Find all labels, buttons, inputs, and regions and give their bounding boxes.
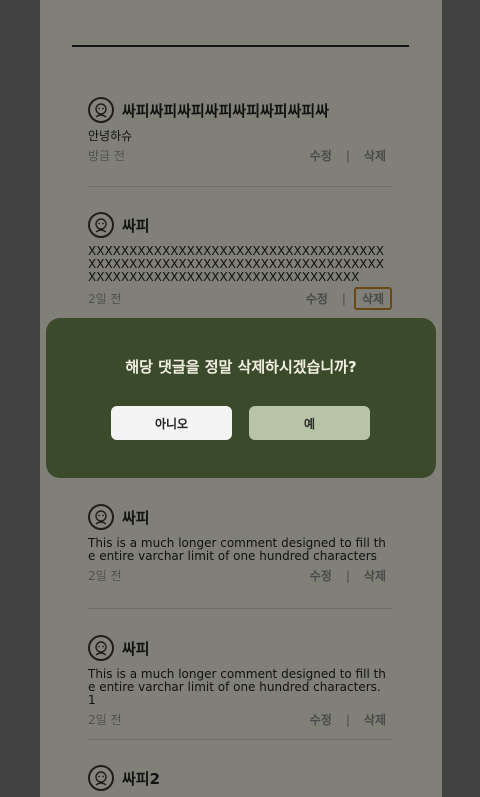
- dialog-message: 해당 댓글을 정말 삭제하시겠습니까?: [125, 358, 357, 376]
- delete-confirm-dialog: 해당 댓글을 정말 삭제하시겠습니까? 아니오 예: [46, 318, 436, 478]
- cancel-button[interactable]: 아니오: [111, 406, 232, 440]
- confirm-button[interactable]: 예: [249, 406, 370, 440]
